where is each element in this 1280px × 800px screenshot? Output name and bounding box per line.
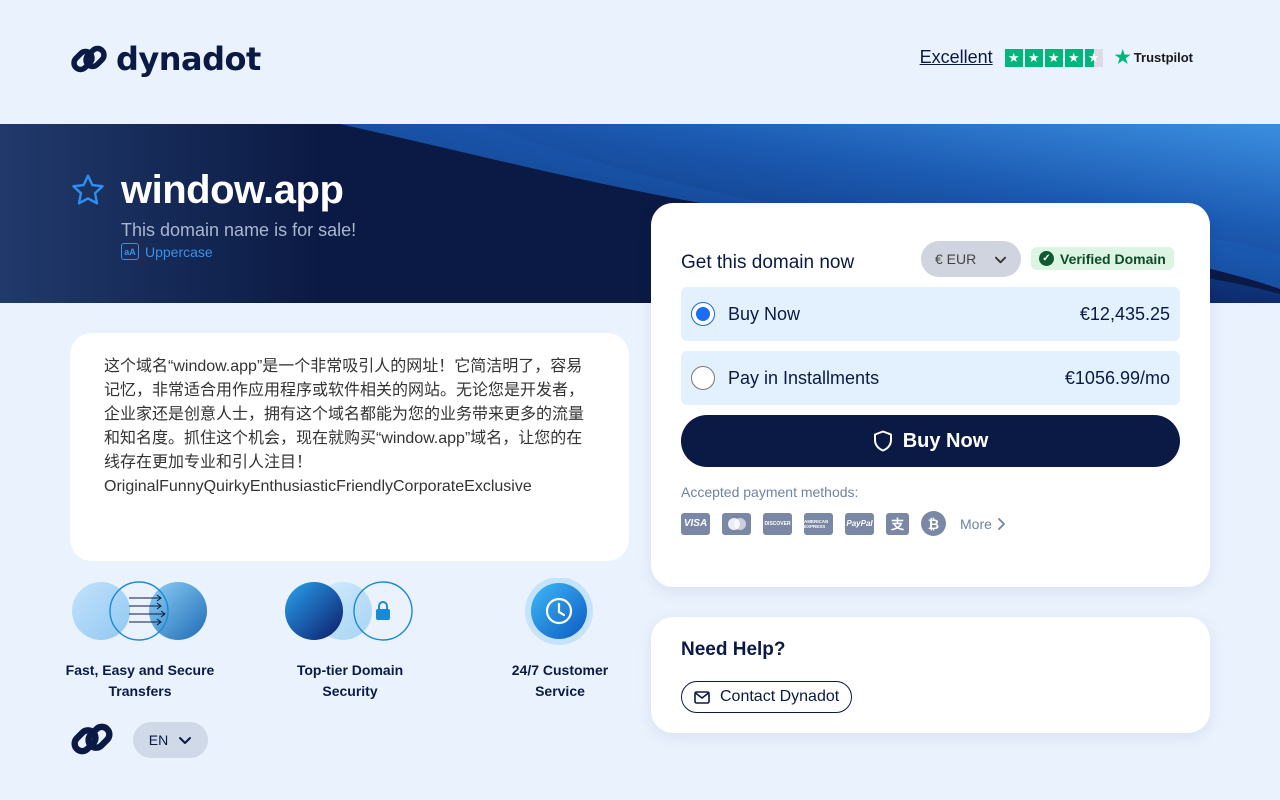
verified-label: Verified Domain	[1060, 250, 1166, 267]
description-card: 这个域名“window.app”是一个非常吸引人的网址！它简洁明了，容易记忆，非…	[70, 333, 629, 561]
more-payment-methods-link[interactable]: More	[960, 516, 1006, 532]
discover-icon: DISCOVER	[763, 512, 792, 535]
text-case-icon: aA	[121, 243, 139, 260]
trustpilot-widget[interactable]: Excellent ★ ★ ★ ★ ★ ★ Trustpilot	[920, 47, 1193, 68]
uppercase-label: Uppercase	[145, 243, 213, 260]
favorite-star-icon[interactable]	[70, 172, 106, 208]
star-icon: ★	[1024, 48, 1043, 67]
buy-now-button[interactable]: Buy Now	[681, 415, 1180, 467]
feature-label: Fast, Easy and Secure Transfers	[65, 662, 215, 699]
buy-now-label: Buy Now	[902, 429, 989, 452]
uppercase-toggle[interactable]: aA Uppercase	[121, 243, 213, 260]
trustpilot-brand: Trustpilot	[1133, 50, 1193, 65]
radio-button-selected[interactable]	[691, 302, 715, 326]
contact-dynadot-button[interactable]: Contact Dynadot	[681, 681, 853, 713]
star-icon: ★	[1044, 48, 1063, 67]
contact-label: Contact Dynadot	[720, 688, 840, 705]
help-title: Need Help?	[681, 639, 786, 660]
more-label: More	[960, 515, 992, 532]
visa-icon: VISA	[681, 512, 710, 535]
trustpilot-logo: ★ Trustpilot	[1115, 47, 1193, 68]
chevron-right-icon	[998, 517, 1005, 530]
currency-selector[interactable]: € EUR	[921, 241, 1021, 277]
half-star-icon: ★	[1084, 48, 1103, 67]
language-selector[interactable]: EN	[133, 722, 208, 758]
chain-link-icon	[71, 45, 107, 73]
currency-value: € EUR	[935, 251, 977, 267]
option-label: Buy Now	[728, 303, 801, 324]
amex-icon: AMERICAN EXPRESS	[804, 512, 833, 535]
option-price: €12,435.25	[1079, 303, 1170, 324]
option-installments[interactable]: Pay in Installments €1056.99/mo	[681, 351, 1180, 405]
feature-transfers: Fast, Easy and Secure Transfers	[65, 578, 215, 702]
for-sale-subtitle: This domain name is for sale!	[121, 220, 357, 240]
radio-button[interactable]	[691, 366, 715, 390]
verified-domain-badge: ✓ Verified Domain	[1031, 247, 1174, 270]
support-graphic	[485, 577, 635, 648]
purchase-title: Get this domain now	[681, 252, 855, 273]
mastercard-icon	[722, 512, 751, 535]
trustpilot-rating-link[interactable]: Excellent	[920, 47, 993, 68]
dynadot-chain-icon[interactable]	[70, 717, 114, 761]
domain-description: 这个域名“window.app”是一个非常吸引人的网址！它简洁明了，容易记忆，非…	[104, 358, 585, 471]
feature-label: Top-tier Domain Security	[296, 662, 404, 699]
paypal-icon: PayPal	[845, 512, 874, 535]
chevron-down-icon	[994, 256, 1007, 263]
feature-label: 24/7 Customer Service	[511, 662, 609, 699]
language-value: EN	[148, 732, 169, 748]
alipay-icon: 支	[886, 512, 909, 535]
transfer-graphic	[65, 578, 215, 648]
option-label: Pay in Installments	[728, 367, 880, 388]
bitcoin-icon: ₿	[921, 511, 946, 536]
help-card: Need Help? Contact Dynadot	[651, 617, 1210, 733]
check-circle-icon: ✓	[1039, 251, 1054, 266]
domain-tags: OriginalFunnyQuirkyEnthusiasticFriendlyC…	[104, 478, 532, 495]
trustpilot-star-icon: ★	[1114, 47, 1131, 67]
feature-support: 24/7 Customer Service	[485, 577, 635, 702]
star-icon: ★	[1004, 48, 1023, 67]
option-buy-now[interactable]: Buy Now €12,435.25	[681, 287, 1180, 341]
star-icon: ★	[1064, 48, 1083, 67]
payment-methods: VISA DISCOVER AMERICAN EXPRESS PayPal 支 …	[681, 511, 1006, 536]
feature-security: Top-tier Domain Security	[275, 578, 425, 702]
payment-methods-label: Accepted payment methods:	[681, 484, 859, 500]
purchase-card: Get this domain now € EUR ✓ Verified Dom…	[651, 203, 1210, 587]
domain-title: window.app	[121, 168, 344, 212]
logo-text: dynadot	[116, 40, 261, 78]
mail-icon	[694, 690, 710, 704]
chevron-down-icon	[179, 737, 192, 744]
security-graphic	[275, 578, 425, 648]
dynadot-logo[interactable]: dynadot	[70, 40, 261, 78]
trustpilot-stars: ★ ★ ★ ★ ★	[1004, 48, 1103, 67]
shield-icon	[873, 430, 892, 452]
option-price: €1056.99/mo	[1064, 367, 1170, 388]
